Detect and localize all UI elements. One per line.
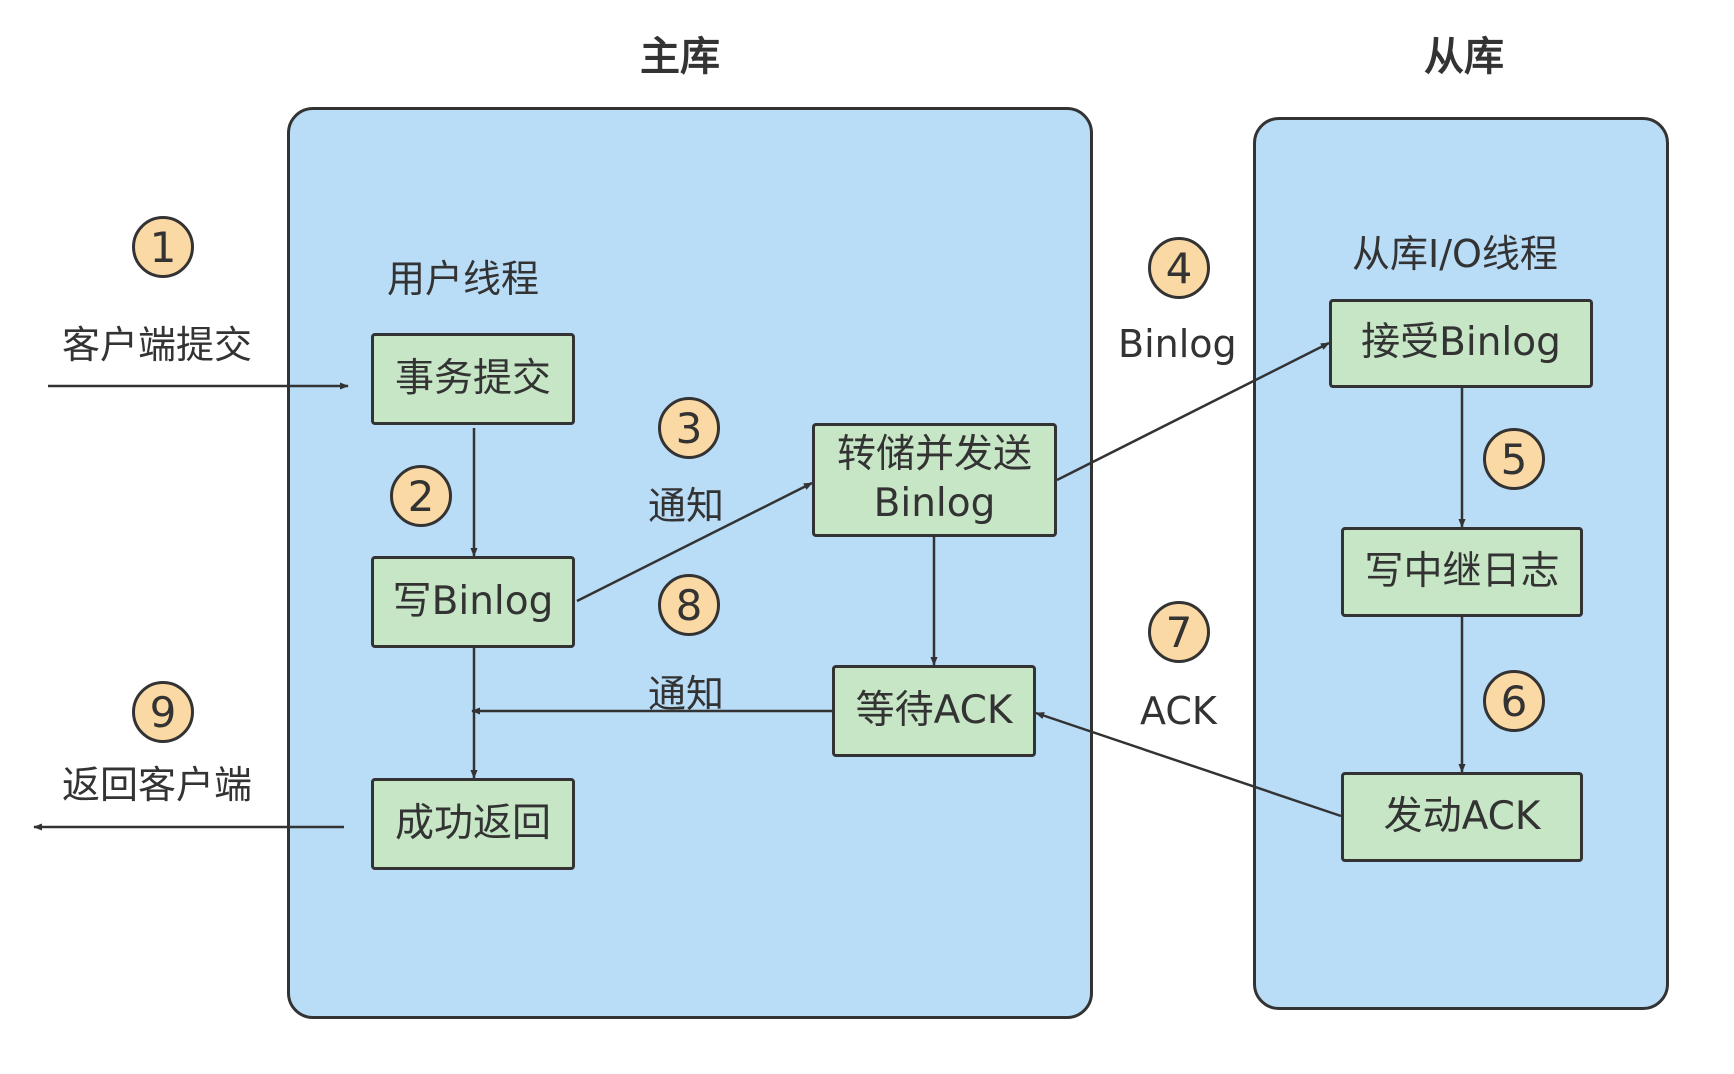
step-badge-3: 3: [658, 397, 720, 459]
label-client-submit: 客户端提交: [62, 323, 253, 367]
node-send-ack: 发动ACK: [1341, 772, 1583, 862]
step-badge-4: 4: [1148, 237, 1210, 299]
label-notify-2: 通知: [648, 672, 725, 716]
user-thread-label: 用户线程: [387, 257, 540, 301]
slave-io-thread-label: 从库I/O线程: [1352, 232, 1558, 276]
node-receive-binlog: 接受Binlog: [1329, 299, 1593, 388]
step-badge-2: 2: [390, 465, 452, 527]
label-ack: ACK: [1140, 689, 1217, 733]
node-wait-ack: 等待ACK: [832, 665, 1036, 757]
node-write-binlog: 写Binlog: [371, 556, 575, 648]
label-binlog: Binlog: [1118, 322, 1237, 366]
node-commit: 事务提交: [371, 333, 575, 425]
step-badge-7: 7: [1148, 601, 1210, 663]
node-success-return: 成功返回: [371, 778, 575, 870]
semi-sync-replication-diagram: 主库 从库 用户线程 从库I/O线程 事务提交 写Binlog 成功返回 转储并…: [0, 0, 1734, 1074]
node-dump-send-binlog: 转储并发送 Binlog: [812, 423, 1057, 537]
step-badge-6: 6: [1483, 670, 1545, 732]
step-badge-9: 9: [132, 681, 194, 743]
step-badge-5: 5: [1483, 428, 1545, 490]
node-write-relay-log: 写中继日志: [1341, 527, 1583, 617]
label-return-client: 返回客户端: [62, 763, 253, 807]
step-badge-1: 1: [132, 216, 194, 278]
step-badge-8: 8: [658, 574, 720, 636]
label-notify-1: 通知: [648, 484, 725, 528]
